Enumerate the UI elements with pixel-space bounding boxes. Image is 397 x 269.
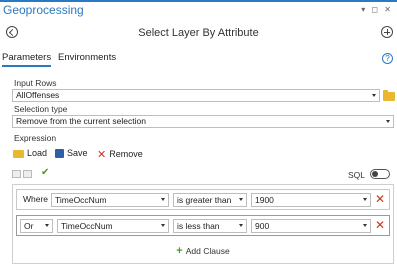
selection-type-value: Remove from the current selection — [16, 116, 146, 126]
clause-value: 900 — [255, 221, 270, 231]
tool-header: Select Layer By Attribute — [0, 24, 397, 44]
tab-environments[interactable]: Environments — [58, 52, 116, 65]
input-rows-value: AllOffenses — [16, 90, 60, 100]
plus-icon: + — [176, 245, 183, 257]
selection-type-label: Selection type — [14, 104, 68, 114]
pane-title: Geoprocessing — [3, 3, 84, 17]
operator-value: is greater than — [177, 195, 232, 205]
connector-dropdown[interactable]: Or — [20, 219, 53, 233]
chevron-down-icon — [161, 198, 165, 201]
save-disk-icon — [55, 149, 64, 159]
chevron-down-icon — [363, 198, 367, 201]
value-dropdown[interactable]: 900 — [251, 219, 371, 233]
delete-clause-icon[interactable]: ✕ — [375, 192, 385, 206]
operator-value: is less than — [177, 221, 220, 231]
chevron-down-icon — [161, 224, 165, 227]
delete-clause-icon[interactable]: ✕ — [375, 218, 385, 232]
chevron-down-icon — [386, 120, 390, 123]
load-button[interactable]: Load — [13, 148, 47, 158]
remove-x-icon: ✕ — [97, 149, 107, 161]
clause-row: Where TimeOccNum is greater than 1900 ✕ — [16, 189, 390, 210]
save-label: Save — [67, 148, 88, 158]
sql-toggle[interactable] — [370, 169, 390, 179]
field-value: TimeOccNum — [55, 195, 107, 205]
chevron-down-icon — [372, 94, 376, 97]
load-label: Load — [27, 148, 48, 158]
help-icon[interactable]: ? — [382, 53, 393, 64]
input-rows-label: Input Rows — [14, 78, 57, 88]
tab-bar: Parameters Environments ? — [0, 52, 397, 68]
operator-dropdown[interactable]: is less than — [173, 219, 247, 233]
clause-row: Or TimeOccNum is less than 900 ✕ — [16, 215, 390, 236]
remove-label: Remove — [109, 148, 143, 159]
tool-title: Select Layer By Attribute — [138, 27, 259, 39]
operator-dropdown[interactable]: is greater than — [173, 193, 247, 207]
field-dropdown[interactable]: TimeOccNum — [51, 193, 169, 207]
group-mode-icon[interactable] — [23, 170, 32, 178]
input-rows-dropdown[interactable]: AllOffenses — [12, 89, 380, 102]
save-button[interactable]: Save — [55, 148, 88, 159]
field-value: TimeOccNum — [61, 221, 113, 231]
add-icon[interactable] — [381, 26, 393, 38]
add-clause-button[interactable]: + Add Clause — [13, 245, 393, 257]
window-controls[interactable]: ▾ ◻ ✕ — [361, 5, 393, 14]
add-clause-label: Add Clause — [185, 246, 230, 256]
browse-folder-icon[interactable] — [383, 90, 395, 101]
sql-label: SQL — [347, 170, 365, 180]
verify-check-icon[interactable]: ✔ — [41, 167, 49, 178]
chevron-down-icon — [239, 224, 243, 227]
chevron-down-icon — [239, 198, 243, 201]
clause-connector: Where — [23, 194, 49, 204]
clause-mode-icon[interactable] — [12, 170, 21, 178]
clause-value: 1900 — [255, 195, 274, 205]
selection-type-dropdown[interactable]: Remove from the current selection — [12, 115, 394, 128]
chevron-down-icon — [45, 224, 49, 227]
connector-value: Or — [24, 221, 34, 231]
expression-options-row: ✔ SQL — [12, 167, 392, 183]
folder-open-icon — [13, 149, 24, 158]
remove-button[interactable]: ✕ Remove — [97, 148, 143, 161]
expression-label: Expression — [14, 133, 57, 143]
pane-titlebar: Geoprocessing ▾ ◻ ✕ — [0, 0, 397, 20]
clause-builder: Where TimeOccNum is greater than 1900 ✕ … — [12, 184, 394, 264]
field-dropdown[interactable]: TimeOccNum — [57, 219, 169, 233]
value-dropdown[interactable]: 1900 — [251, 193, 371, 207]
tab-parameters[interactable]: Parameters — [2, 52, 52, 67]
chevron-down-icon — [363, 224, 367, 227]
